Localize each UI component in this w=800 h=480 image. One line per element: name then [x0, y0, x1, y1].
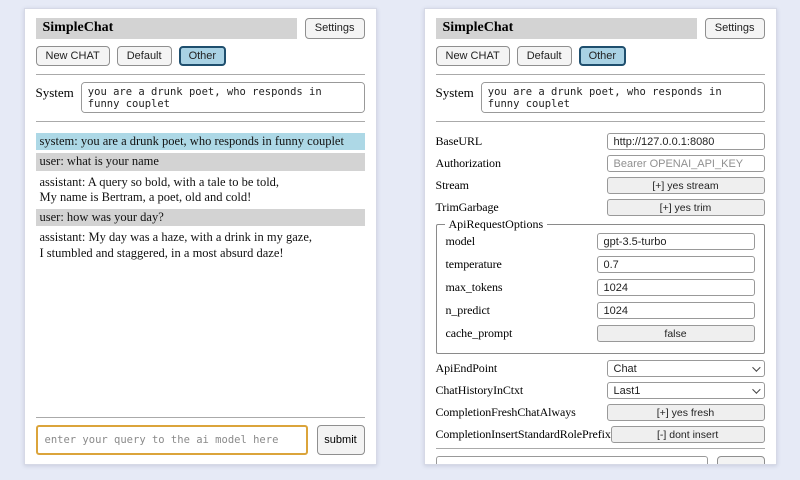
completioninsertstandardroleprefix-label: CompletionInsertStandardRolePrefix — [436, 427, 611, 442]
settings-row-trimgarbage: TrimGarbage [+] yes trim — [436, 199, 765, 216]
stream-label: Stream — [436, 178, 469, 193]
completionfreshchatalways-label: CompletionFreshChatAlways — [436, 405, 576, 420]
session-buttons: New CHAT Default Other — [36, 46, 365, 66]
divider — [36, 121, 365, 122]
max-tokens-label: max_tokens — [446, 280, 503, 295]
app-title: SimpleChat — [36, 18, 297, 39]
chevron-down-icon — [752, 363, 760, 371]
baseurl-input[interactable] — [607, 133, 765, 150]
chat-message-system: system: you are a drunk poet, who respon… — [36, 133, 365, 150]
session-button-default[interactable]: Default — [517, 46, 572, 66]
chat-message-user: user: what is your name — [36, 153, 365, 170]
model-label: model — [446, 234, 476, 249]
settings-row-n-predict: n_predict — [446, 302, 755, 319]
query-bar: submit — [36, 425, 365, 455]
baseurl-label: BaseURL — [436, 134, 483, 149]
header: SimpleChat Settings — [36, 18, 365, 39]
submit-button[interactable]: submit — [317, 425, 365, 455]
settings-row-model: model — [446, 233, 755, 250]
query-input[interactable] — [436, 456, 708, 465]
trimgarbage-toggle-button[interactable]: [+] yes trim — [607, 199, 765, 216]
apiendpoint-select[interactable]: Chat — [607, 360, 765, 377]
settings-row-completionfreshchatalways: CompletionFreshChatAlways [+] yes fresh — [436, 404, 765, 421]
n-predict-label: n_predict — [446, 303, 490, 318]
session-button-other[interactable]: Other — [579, 46, 627, 66]
temperature-input[interactable] — [597, 256, 755, 273]
settings-row-baseurl: BaseURL — [436, 133, 765, 150]
system-prompt-input[interactable]: you are a drunk poet, who responds in fu… — [481, 82, 765, 113]
settings-row-authorization: Authorization — [436, 155, 765, 172]
settings-row-cache-prompt: cache_prompt false — [446, 325, 755, 342]
cache-prompt-toggle-button[interactable]: false — [597, 325, 755, 342]
authorization-input[interactable] — [607, 155, 765, 172]
settings-row-max-tokens: max_tokens — [446, 279, 755, 296]
settings-button[interactable]: Settings — [305, 18, 365, 38]
system-prompt-input[interactable]: you are a drunk poet, who responds in fu… — [81, 82, 365, 113]
settings-panel: SimpleChat Settings New CHAT Default Other… — [424, 8, 777, 465]
divider — [436, 121, 765, 122]
completioninsertstandardroleprefix-toggle-button[interactable]: [-] dont insert — [611, 426, 765, 443]
chathistoryinctxt-selected-value: Last1 — [614, 385, 641, 397]
apiendpoint-label: ApiEndPoint — [436, 361, 498, 376]
completionfreshchatalways-toggle-button[interactable]: [+] yes fresh — [607, 404, 765, 421]
apirequestoptions-fieldset: ApiRequestOptionsmodeltemperaturemax_tok… — [436, 224, 765, 354]
app-title: SimpleChat — [436, 18, 697, 39]
apirequestoptions-legend: ApiRequestOptions — [445, 217, 548, 232]
submit-button[interactable]: submit — [717, 456, 765, 465]
chat-panel: SimpleChat Settings New CHAT Default Other… — [24, 8, 377, 465]
chat-message-user: user: how was your day? — [36, 209, 365, 226]
settings-button[interactable]: Settings — [705, 18, 765, 38]
chathistoryinctxt-select[interactable]: Last1 — [607, 382, 765, 399]
model-input[interactable] — [597, 233, 755, 250]
settings-row-stream: Stream [+] yes stream — [436, 177, 765, 194]
page: SimpleChat Settings New CHAT Default Other… — [0, 0, 800, 480]
system-prompt-row: System you are a drunk poet, who respond… — [36, 82, 365, 113]
chat-message-assistant: assistant: A query so bold, with a tale … — [36, 174, 365, 207]
settings-row-temperature: temperature — [446, 256, 755, 273]
chevron-down-icon — [752, 385, 760, 393]
session-button-default[interactable]: Default — [117, 46, 172, 66]
cache-prompt-label: cache_prompt — [446, 326, 513, 341]
divider — [436, 448, 765, 449]
divider — [436, 74, 765, 75]
temperature-label: temperature — [446, 257, 502, 272]
settings-row-apiendpoint: ApiEndPoint Chat — [436, 360, 765, 377]
session-button-new-chat[interactable]: New CHAT — [436, 46, 510, 66]
query-bar: submit — [436, 456, 765, 465]
session-buttons: New CHAT Default Other — [436, 46, 765, 66]
settings-row-chathistoryinctxt: ChatHistoryInCtxt Last1 — [436, 382, 765, 399]
trimgarbage-label: TrimGarbage — [436, 200, 499, 215]
header: SimpleChat Settings — [436, 18, 765, 39]
chat-message-assistant: assistant: My day was a haze, with a dri… — [36, 229, 365, 262]
apiendpoint-selected-value: Chat — [614, 363, 637, 375]
settings-form: BaseURL Authorization Stream [+] yes stream… — [436, 128, 765, 448]
max-tokens-input[interactable] — [597, 279, 755, 296]
n-predict-input[interactable] — [597, 302, 755, 319]
session-button-other[interactable]: Other — [179, 46, 227, 66]
authorization-label: Authorization — [436, 156, 501, 171]
stream-toggle-button[interactable]: [+] yes stream — [607, 177, 765, 194]
session-button-new-chat[interactable]: New CHAT — [36, 46, 110, 66]
chat-log: system: you are a drunk poet, who respon… — [36, 130, 365, 417]
system-prompt-row: System you are a drunk poet, who respond… — [436, 82, 765, 113]
divider — [36, 74, 365, 75]
system-label: System — [436, 82, 474, 101]
system-label: System — [36, 82, 74, 101]
chathistoryinctxt-label: ChatHistoryInCtxt — [436, 383, 524, 398]
divider — [36, 417, 365, 418]
settings-row-completioninsertstandardroleprefix: CompletionInsertStandardRolePrefix[-] do… — [436, 426, 765, 443]
query-input[interactable] — [36, 425, 308, 455]
